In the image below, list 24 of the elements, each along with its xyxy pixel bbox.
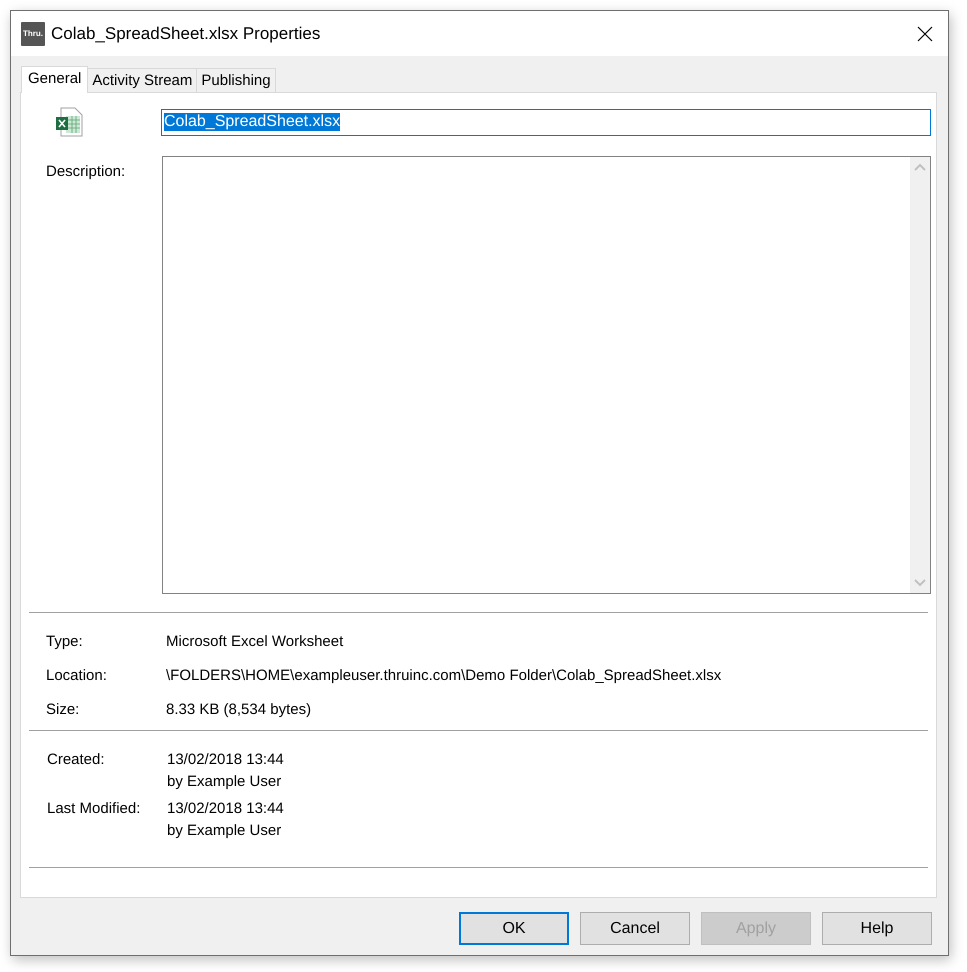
dialog-button[interactable]: Cancel [580,912,690,945]
property-value: Microsoft Excel Worksheet [166,633,344,650]
property-value: 8.33 KB (8,534 bytes) [166,701,312,718]
property-label: Size: [46,701,80,718]
close-icon [917,26,933,42]
date-label: Created: [47,751,106,770]
property-label: Type: [46,633,84,650]
dialog-button[interactable]: Help [822,912,932,945]
date-value: 13/02/2018 13:44 [167,751,284,768]
date-value: 13/02/2018 13:44 [167,800,284,817]
window-title: Colab_SpreadSheet.xlsx Properties [51,24,322,44]
property-label: Location: [46,667,108,684]
author-text: by Example User [167,773,282,790]
name-field[interactable]: Colab_SpreadSheet.xlsx [161,108,931,136]
description-field[interactable] [162,156,931,594]
app-icon: Thru. [21,22,45,46]
dialog-button[interactable]: OK [459,912,569,945]
tab[interactable]: General [21,66,88,93]
author-text: by Example User [167,822,282,839]
description-label: Description: [46,162,126,182]
property-value: \FOLDERS\HOME\exampleuser.thruinc.com\Demo Folder\Colab_SpreadSheet.xlsx [166,667,722,684]
tab[interactable]: Publishing [196,68,276,92]
spreadsheet-file-icon [55,107,83,137]
date-label: Last Modified: [47,800,142,819]
